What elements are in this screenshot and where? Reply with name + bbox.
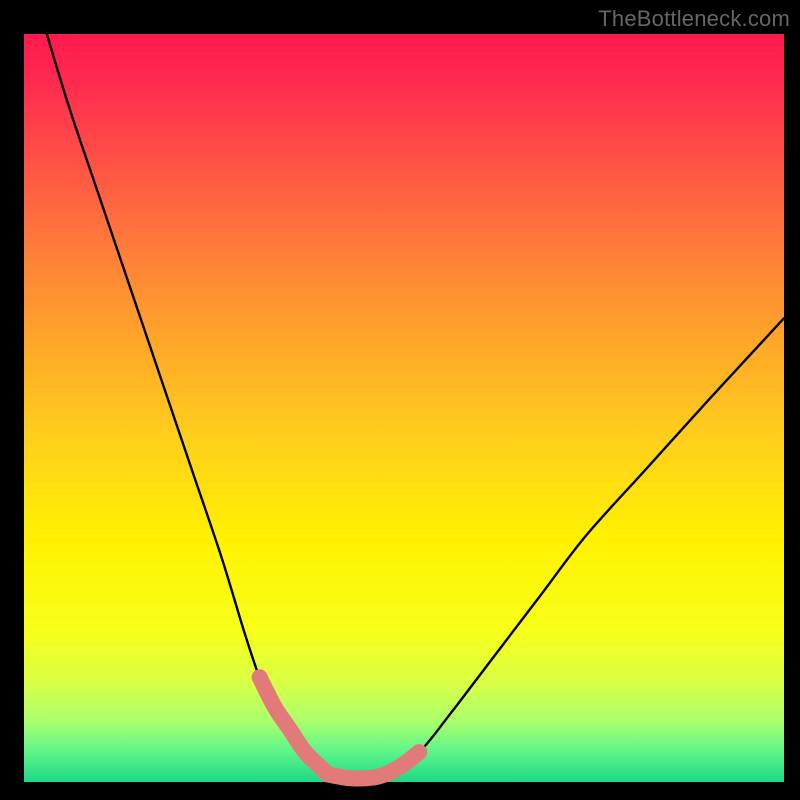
gradient-background — [24, 34, 784, 782]
bottleneck-plot — [0, 0, 800, 800]
chart-frame: TheBottleneck.com — [0, 0, 800, 800]
floor-highlight — [328, 773, 389, 778]
attribution-text: TheBottleneck.com — [598, 6, 790, 32]
